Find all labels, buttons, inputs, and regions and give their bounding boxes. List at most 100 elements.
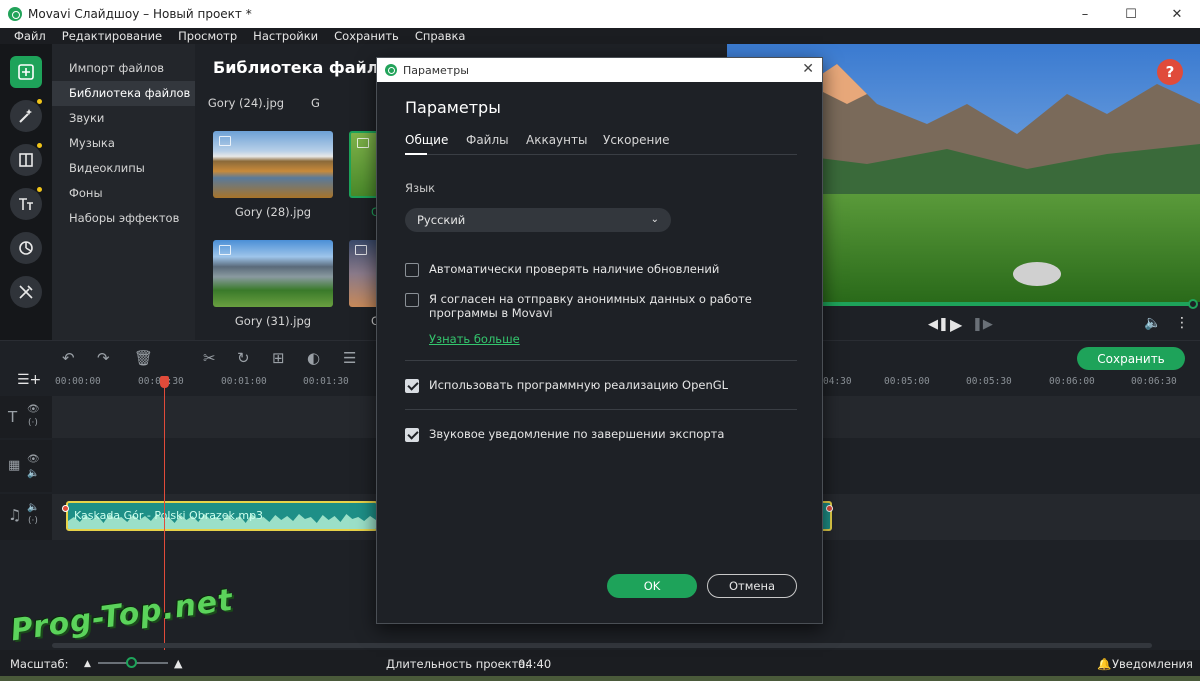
auto-updates-checkbox[interactable]	[405, 263, 419, 277]
menu-help[interactable]: Справка	[415, 29, 466, 43]
library-title: Библиотека файлов	[213, 58, 400, 77]
category-videoclips[interactable]: Видеоклипы	[52, 156, 195, 181]
settings-tabs: Общие Файлы Аккаунты Ускорение	[405, 133, 797, 155]
learn-more-link[interactable]: Узнать больше	[429, 332, 520, 346]
sound-notification-checkbox[interactable]	[405, 428, 419, 442]
ruler-label: 00:05:00	[884, 376, 930, 387]
play-icon[interactable]: ▶	[950, 315, 962, 334]
more-tools-button[interactable]	[10, 276, 42, 308]
language-label: Язык	[405, 181, 436, 195]
effects-tool-button[interactable]	[10, 100, 42, 132]
notifications-link[interactable]: Уведомления	[1112, 657, 1193, 671]
check-anonymous-data[interactable]: Я согласен на отправку анонимных данных …	[405, 292, 789, 320]
audio-track-header: ♫ 🔈 (·)	[0, 494, 52, 540]
check-sound-notification[interactable]: Звуковое уведомление по завершении экспо…	[405, 427, 789, 442]
tab-general[interactable]: Общие	[405, 133, 448, 147]
duration-label: Длительность проекта:	[386, 657, 530, 671]
import-tool-button[interactable]	[10, 56, 42, 88]
category-library[interactable]: Библиотека файлов	[52, 81, 195, 106]
menu-settings[interactable]: Настройки	[253, 29, 318, 43]
sound-notification-label: Звуковое уведомление по завершении экспо…	[429, 427, 725, 441]
preview-progress-knob[interactable]	[1188, 299, 1198, 309]
transitions-tool-button[interactable]	[10, 144, 42, 176]
zoom-label: Масштаб:	[10, 657, 69, 671]
tools-icon	[19, 285, 33, 299]
new-indicator-dot	[37, 143, 42, 148]
category-backgrounds[interactable]: Фоны	[52, 181, 195, 206]
category-list: Импорт файлов Библиотека файлов Звуки Му…	[52, 44, 195, 340]
zoom-out-icon[interactable]: ▲	[84, 659, 91, 669]
menu-edit[interactable]: Редактирование	[62, 29, 162, 43]
image-type-icon	[355, 245, 367, 255]
dialog-heading: Параметры	[405, 98, 501, 117]
add-track-icon[interactable]: ☰+	[17, 372, 41, 388]
check-opengl[interactable]: Использовать программную реализацию Open…	[405, 378, 789, 393]
menu-file[interactable]: Файл	[14, 29, 46, 43]
fade-out-handle[interactable]	[826, 505, 833, 512]
link-icon[interactable]: (·)	[28, 418, 38, 428]
link-icon[interactable]: (·)	[28, 516, 38, 526]
library-thumbnail[interactable]	[213, 240, 333, 307]
more-options-icon[interactable]: ⋮	[1175, 315, 1189, 331]
color-adjust-icon[interactable]: ◐	[307, 349, 320, 367]
filters-tool-button[interactable]	[10, 232, 42, 264]
chevron-down-icon: ⌄	[650, 214, 659, 225]
tab-accounts[interactable]: Аккаунты	[526, 133, 587, 147]
category-music[interactable]: Музыка	[52, 131, 195, 156]
tab-acceleration[interactable]: Ускорение	[603, 133, 670, 147]
bell-icon[interactable]: 🔔	[1097, 657, 1111, 671]
title-bar: Movavi Слайдшоу – Новый проект * – ☐ ✕	[0, 0, 1200, 28]
dialog-title-bar: Параметры ✕	[377, 58, 822, 82]
save-button[interactable]: Сохранить	[1077, 347, 1185, 370]
close-window-button[interactable]: ✕	[1154, 0, 1200, 28]
magic-wand-icon	[19, 109, 32, 123]
tab-files[interactable]: Файлы	[466, 133, 509, 147]
titles-tool-button[interactable]	[10, 188, 42, 220]
minimize-button[interactable]: –	[1062, 0, 1108, 28]
thumb-label: Gory (31).jpg	[234, 314, 312, 328]
playhead-handle[interactable]	[160, 376, 169, 388]
video-track-icon: ▦	[8, 458, 21, 473]
audio-clip[interactable]: Kaskada Gór - Polski Obrazek.mp3	[66, 501, 378, 531]
delete-icon[interactable]: 🗑	[134, 349, 153, 367]
category-sounds[interactable]: Звуки	[52, 106, 195, 131]
ok-button[interactable]: OK	[607, 574, 697, 598]
cancel-button[interactable]: Отмена	[707, 574, 797, 598]
check-auto-updates[interactable]: Автоматически проверять наличие обновлен…	[405, 262, 789, 277]
crop-icon[interactable]: ⊞	[272, 349, 285, 367]
split-icon[interactable]: ✂	[203, 349, 216, 367]
category-import[interactable]: Импорт файлов	[52, 56, 195, 81]
next-frame-icon[interactable]: ❚▶	[972, 317, 993, 332]
image-type-icon	[219, 136, 231, 146]
menu-save[interactable]: Сохранить	[334, 29, 399, 43]
volume-icon[interactable]: 🔈	[1144, 315, 1161, 331]
help-button[interactable]: ?	[1157, 59, 1183, 85]
visibility-icon[interactable]: 👁	[27, 404, 40, 415]
undo-icon[interactable]: ↶	[62, 349, 75, 367]
redo-icon[interactable]: ↷	[97, 349, 110, 367]
movavi-logo-icon	[385, 64, 397, 76]
zoom-in-icon[interactable]: ▲	[174, 657, 182, 670]
close-dialog-icon[interactable]: ✕	[802, 61, 814, 77]
image-type-icon	[357, 138, 369, 148]
mute-icon[interactable]: 🔈	[27, 468, 39, 479]
mute-icon[interactable]: 🔈	[27, 502, 39, 513]
fade-in-handle[interactable]	[62, 505, 69, 512]
anonymous-data-label: Я согласен на отправку анонимных данных …	[429, 292, 752, 320]
zoom-slider-knob[interactable]	[126, 657, 137, 668]
ruler-label: 00:06:00	[1049, 376, 1095, 387]
active-tab-indicator	[405, 153, 427, 155]
timeline-scrollbar[interactable]	[52, 643, 1152, 648]
clip-properties-icon[interactable]: ☰	[343, 349, 356, 367]
anonymous-data-checkbox[interactable]	[405, 293, 419, 307]
category-effect-sets[interactable]: Наборы эффектов	[52, 206, 195, 231]
library-thumbnail[interactable]	[213, 131, 333, 198]
opengl-checkbox[interactable]	[405, 379, 419, 393]
previous-frame-icon[interactable]: ◀❚	[928, 317, 949, 332]
maximize-button[interactable]: ☐	[1108, 0, 1154, 28]
import-icon	[18, 64, 34, 80]
visibility-icon[interactable]: 👁	[27, 454, 40, 465]
menu-view[interactable]: Просмотр	[178, 29, 237, 43]
rotate-icon[interactable]: ↻	[237, 349, 250, 367]
language-select[interactable]: Русский ⌄	[405, 208, 671, 232]
